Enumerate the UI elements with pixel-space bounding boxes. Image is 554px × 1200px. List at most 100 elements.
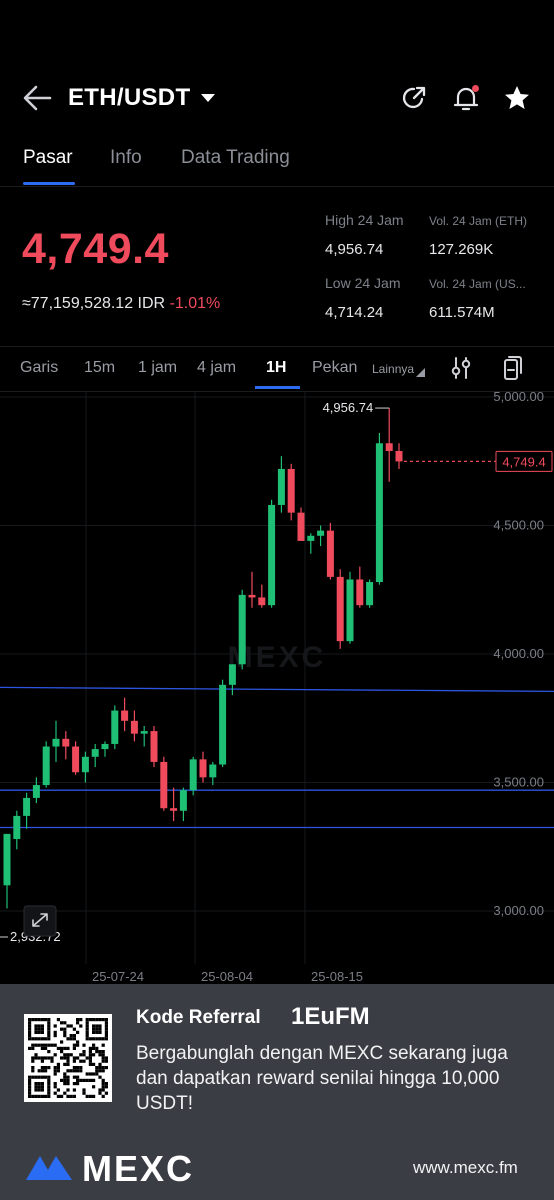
qr-module	[40, 1027, 44, 1031]
qr-module	[53, 1034, 57, 1038]
qr-module	[47, 1066, 51, 1070]
timeframe-1-jam[interactable]: 1 jam	[138, 359, 177, 377]
qr-module	[37, 1024, 41, 1028]
candlestick-chart[interactable]: 5,000.00 4,500.00 4,000.00 3,500.00 3,000.00…	[0, 392, 554, 984]
fullscreen-button[interactable]	[23, 905, 57, 937]
qr-module	[28, 1030, 32, 1034]
qr-module	[34, 1027, 38, 1031]
qr-module	[60, 1046, 64, 1050]
qr-module	[76, 1040, 80, 1044]
qr-module	[63, 1078, 67, 1082]
candle-body	[209, 764, 217, 778]
qr-module	[37, 1030, 41, 1034]
qr-module	[76, 1018, 80, 1022]
referral-label: Kode Referral	[136, 1007, 261, 1028]
candle-body	[238, 594, 246, 665]
alert-bell-icon[interactable]	[452, 84, 480, 112]
qr-module	[53, 1085, 57, 1089]
qr-module	[28, 1078, 32, 1082]
qr-module	[28, 1021, 32, 1025]
qr-module	[85, 1078, 89, 1082]
qr-module	[72, 1056, 76, 1060]
qr-module	[37, 1069, 41, 1073]
qr-module	[85, 1018, 89, 1022]
qr-module	[44, 1069, 48, 1073]
qr-module	[47, 1085, 51, 1089]
candle-body	[346, 579, 354, 642]
qr-module	[37, 1027, 41, 1031]
qr-module	[31, 1043, 35, 1047]
qr-module	[37, 1075, 41, 1079]
candle-body	[375, 443, 383, 583]
qr-module	[104, 1027, 108, 1031]
timeframe-4-jam[interactable]: 4 jam	[197, 359, 236, 377]
qr-module	[56, 1088, 60, 1092]
qr-module	[34, 1030, 38, 1034]
qr-module	[63, 1046, 67, 1050]
timeframe-pekan[interactable]: Pekan	[312, 359, 357, 377]
qr-module	[104, 1034, 108, 1038]
qr-module	[92, 1085, 96, 1089]
candle-body	[91, 749, 99, 757]
brand-name: MEXC	[82, 1148, 195, 1189]
qr-module	[92, 1024, 96, 1028]
qr-module	[104, 1085, 108, 1089]
qr-module	[47, 1056, 51, 1060]
qr-module	[47, 1078, 51, 1082]
qr-module	[66, 1056, 70, 1060]
timeframe-more[interactable]: Lainnya	[372, 362, 414, 376]
chart-layout-icon[interactable]	[502, 355, 524, 381]
qr-module	[63, 1027, 67, 1031]
trading-pair-title[interactable]: ETH/USDT	[68, 84, 190, 112]
qr-module	[40, 1037, 44, 1041]
timeframe-garis[interactable]: Garis	[20, 359, 58, 377]
timeframe-1h[interactable]: 1H	[266, 359, 286, 377]
referral-code[interactable]: 1EuFM	[291, 1003, 370, 1031]
qr-module	[79, 1059, 83, 1063]
qr-module	[28, 1024, 32, 1028]
qr-module	[98, 1037, 102, 1041]
qr-module	[40, 1030, 44, 1034]
qr-module	[56, 1046, 60, 1050]
candle-body	[307, 535, 315, 541]
tab-data-trading[interactable]: Data Trading	[181, 147, 290, 169]
qr-module	[60, 1040, 64, 1044]
more-dropdown-icon[interactable]	[416, 368, 425, 377]
high-24h-value: 4,956.74	[325, 241, 384, 258]
website-url[interactable]: www.mexc.fm	[413, 1158, 518, 1178]
qr-module	[40, 1046, 44, 1050]
tab-info[interactable]: Info	[110, 147, 142, 169]
qr-module	[50, 1043, 54, 1047]
qr-module	[31, 1066, 35, 1070]
qr-module	[95, 1027, 99, 1031]
timeframe-15m[interactable]: 15m	[84, 359, 115, 377]
share-icon[interactable]	[400, 84, 428, 112]
indicator-settings-icon[interactable]	[450, 356, 472, 380]
qr-module	[72, 1088, 76, 1092]
chevron-down-icon[interactable]	[201, 94, 215, 102]
qr-module	[47, 1024, 51, 1028]
back-arrow-icon[interactable]	[22, 84, 52, 112]
candle-body	[52, 738, 60, 747]
candle-body	[3, 833, 11, 886]
qr-module	[34, 1056, 38, 1060]
active-timeframe-indicator	[255, 386, 300, 389]
qr-module	[37, 1082, 41, 1086]
favorite-star-icon[interactable]	[503, 84, 531, 112]
qr-module	[72, 1094, 76, 1098]
referral-qr-code[interactable]	[24, 1014, 112, 1102]
qr-module	[82, 1078, 86, 1082]
qr-module	[31, 1094, 35, 1098]
qr-module	[31, 1018, 35, 1022]
tab-pasar[interactable]: Pasar	[23, 147, 73, 169]
idr-value: ≈77,159,528.12 IDR	[22, 295, 166, 312]
qr-module	[82, 1053, 86, 1057]
qr-module	[69, 1069, 73, 1073]
qr-module	[34, 1053, 38, 1057]
candle-body	[13, 815, 21, 840]
qr-module	[98, 1018, 102, 1022]
qr-module	[69, 1034, 73, 1038]
candle-body	[326, 530, 334, 577]
qr-module	[40, 1056, 44, 1060]
qr-module	[63, 1056, 67, 1060]
